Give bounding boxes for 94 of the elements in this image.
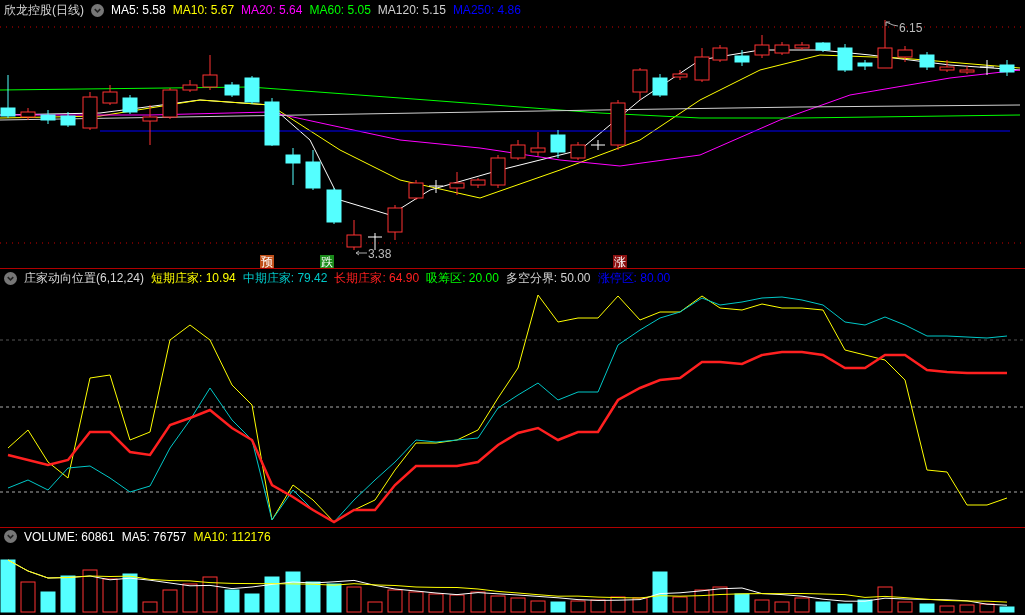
candlestick [857,59,873,71]
volume-bar [550,601,566,613]
candlestick [815,41,831,53]
candlestick [224,81,240,98]
indicator-label: 吸筹区: 20.00 [426,270,499,287]
candlestick [672,69,688,81]
candlestick [939,59,955,73]
volume-bar [652,571,668,613]
candlestick [20,107,36,121]
signal-marker: 预 [260,255,274,268]
candlestick [979,59,995,76]
high-price-label: 6.15 [899,21,923,35]
volume-bar [224,589,240,613]
indicator-label: MA120: 5.15 [377,3,446,17]
pointer-arrow [885,21,899,27]
indicator-label: 长期庄家: 64.90 [334,270,420,287]
indicator-label: 涨停区: 80.00 [597,270,671,287]
candlestick [244,75,260,105]
candlestick [305,149,321,191]
volume-bar [815,601,831,613]
candlestick [490,154,506,189]
indicator-label: 中期庄家: 79.42 [242,270,328,287]
signal-marker: 涨 [613,255,627,268]
candlestick [102,84,118,106]
collapse-icon[interactable] [4,272,17,285]
candlestick [897,45,913,63]
volume-bar [326,583,342,613]
volume-label: MA10: 112176 [193,529,271,544]
candlestick [285,147,301,186]
volume-bar [837,603,853,613]
candlestick [182,79,198,93]
candlestick [754,34,770,59]
candlestick [162,87,178,120]
candlestick [142,104,158,146]
candlestick [122,94,138,115]
candlestick [590,139,606,151]
indicator-label: MA10: 5.67 [172,3,235,17]
signal-marker: 跌 [320,255,334,268]
candlestick [794,41,810,51]
volume-bar [734,593,750,613]
candlestick [570,141,586,161]
volume-bar [40,591,56,613]
collapse-icon[interactable] [4,530,17,543]
candlestick [550,129,566,159]
indicator-title: 庄家动向位置(6,12,24) [24,270,145,287]
candlestick [346,219,362,251]
candlestick [919,51,935,71]
volume-label: VOLUME: 60861 [24,529,115,544]
indicator-label: 多空分界: 50.00 [505,270,591,287]
indicator-label: MA5: 5.58 [111,3,166,17]
candlestick [837,43,853,73]
volume-bar [264,576,280,613]
volume-bar [122,573,138,613]
candlestick [694,47,710,83]
candlestick [428,179,444,194]
indicator-label: MA20: 5.64 [241,3,303,17]
candlestick [774,41,790,56]
candlestick [632,67,648,101]
candlestick [530,131,546,157]
candlestick [449,171,465,196]
candlestick [60,111,76,128]
candlestick [610,99,626,151]
pointer-arrow [355,250,368,256]
candlestick [999,59,1015,77]
indicator-label: MA250: 4.86 [452,3,521,17]
chart-title: 欣龙控股(日线) [4,1,84,19]
candlestick [82,91,98,131]
candlestick [510,139,526,161]
volume-bar [0,559,16,613]
candlestick [387,204,403,241]
candlestick [40,109,56,125]
candlestick [326,187,342,225]
volume-bar [919,603,935,613]
candlestick [734,49,750,67]
candlestick [264,97,280,147]
candlestick [408,179,424,201]
volume-bar [60,575,76,613]
candlestick [470,177,486,189]
candlestick [877,20,893,69]
volume-bar [857,599,873,613]
volume-label: MA5: 76757 [121,529,187,544]
candlestick [712,44,728,63]
candlestick [959,65,975,75]
candlestick [0,74,16,119]
low-price-label: 3.38 [368,247,392,261]
indicator-label: MA60: 5.05 [309,3,371,17]
candlestick [367,232,383,251]
candlestick [652,73,668,98]
volume-bar [999,606,1015,613]
collapse-icon[interactable] [91,3,104,17]
candlestick [202,54,218,91]
volume-bar [244,593,260,613]
volume-bar [285,571,301,613]
indicator-label: 短期庄家: 10.94 [151,270,236,287]
